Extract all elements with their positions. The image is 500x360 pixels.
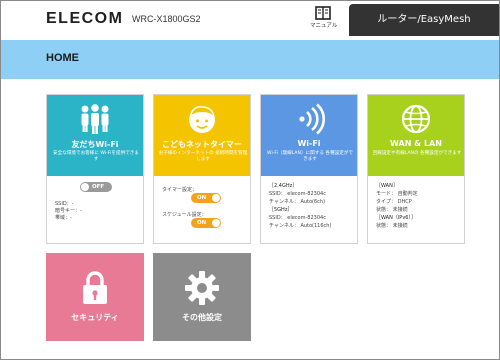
wan-header: ［WAN］ (376, 183, 398, 189)
toggle-knob (212, 194, 220, 202)
page-title: HOME (46, 52, 79, 64)
wifi-band-5-header: ［5GHz］ (269, 207, 293, 213)
wifi-24-channel: チャンネル： Auto(6ch) (269, 199, 326, 205)
wan-type: タイプ： DHCP (376, 199, 412, 205)
globe-icon (368, 103, 464, 135)
kids-net-timer-tile[interactable]: こどもネットタイマー お子様のインターネットの 接続時間を管理します (154, 95, 250, 176)
toggle-knob (81, 183, 89, 191)
friends-wifi-body: OFF SSID：- 暗号キー：- 帯域：- (47, 176, 143, 245)
friends-wifi-key: 暗号キー：- (55, 208, 82, 214)
card-wan-lan: WAN & LAN 回線設定や有線LANの 各種設定ができます ［WAN］ モー… (367, 94, 465, 244)
security-tile[interactable]: セキュリティ (46, 253, 144, 341)
card-wifi: Wi-Fi Wi-Fi（無線LAN）に関する 各種設定ができます ［2.4GHz… (260, 94, 358, 244)
wan-lan-title: WAN & LAN (390, 139, 442, 148)
other-settings-tile[interactable]: その他設定 (153, 253, 251, 341)
wan-ipv6-header: ［WAN（IPv6）］ (376, 215, 416, 221)
child-face-icon (154, 103, 250, 135)
friends-wifi-desc: 安全な環境でお客様に Wi-Fiを提供できます (53, 151, 139, 162)
wifi-tile[interactable]: Wi-Fi Wi-Fi（無線LAN）に関する 各種設定ができます (261, 95, 357, 176)
friends-wifi-ssid: SSID：- (55, 201, 74, 207)
wan-lan-body: ［WAN］ モード： 自動判定 タイプ： DHCP 状態： 未接続 ［WAN（I… (368, 176, 464, 245)
wan-lan-tile[interactable]: WAN & LAN 回線設定や有線LANの 各種設定ができます (368, 95, 464, 176)
header: ELECOM WRC-X1800GS2 マニュアル ルーター/EasyMesh (1, 1, 499, 40)
manual-label: マニュアル (310, 23, 338, 29)
book-icon (315, 6, 331, 20)
schedule-setting-toggle[interactable]: ON (191, 218, 221, 228)
wan-lan-desc: 回線設定や有線LANの 各種設定ができます (372, 151, 462, 156)
kids-net-timer-body: タイマー設定： ON スケジュール設定： ON (154, 176, 250, 245)
elecom-logo: ELECOM (46, 10, 124, 27)
wan-status: 状態： 未接続 (376, 207, 408, 213)
wifi-title: Wi-Fi (297, 139, 321, 148)
router-mode-button[interactable]: ルーター/EasyMesh (349, 4, 499, 36)
toggle-knob (212, 219, 220, 227)
friends-wifi-tile[interactable]: 友だちWi-Fi 安全な環境でお客様に Wi-Fiを提供できます (47, 95, 143, 176)
timer-setting-label: タイマー設定： (162, 187, 198, 193)
card-friends-wifi: 友だちWi-Fi 安全な環境でお客様に Wi-Fiを提供できます OFF SSI… (46, 94, 144, 244)
wan-ipv6-status: 状態： 未接続 (376, 223, 408, 229)
manual-button[interactable]: マニュアル (310, 6, 338, 36)
model-name: WRC-X1800GS2 (132, 14, 201, 24)
friends-wifi-toggle[interactable]: OFF (80, 182, 112, 192)
wifi-desc: Wi-Fi（無線LAN）に関する 各種設定ができます (267, 151, 353, 162)
wifi-band-24-header: ［2.4GHz］ (269, 183, 298, 189)
timer-setting-toggle[interactable]: ON (191, 193, 221, 203)
friends-wifi-title: 友だちWi-Fi (71, 140, 119, 149)
security-title: セキュリティ (71, 313, 119, 322)
toggle-on-label: ON (197, 220, 207, 226)
toggle-off-label: OFF (92, 184, 105, 190)
toggle-on-label: ON (197, 195, 207, 201)
wifi-body: ［2.4GHz］ SSID： elecom-82304c チャンネル： Auto… (261, 176, 357, 245)
card-kids-net-timer: こどもネットタイマー お子様のインターネットの 接続時間を管理します タイマー設… (153, 94, 251, 244)
gear-icon (153, 270, 251, 306)
wifi-24-ssid: SSID： elecom-82304c (269, 191, 326, 197)
wifi-5-ssid: SSID： elecom-82304c (269, 215, 326, 221)
kids-net-timer-title: こどもネットタイマー (162, 140, 242, 149)
wan-mode: モード： 自動判定 (376, 191, 418, 197)
schedule-setting-label: スケジュール設定： (162, 212, 207, 218)
lock-icon (46, 270, 144, 306)
wifi-icon (261, 103, 357, 135)
app-window: ELECOM WRC-X1800GS2 マニュアル ルーター/EasyMesh … (0, 0, 500, 360)
wifi-5-channel: チャンネル： Auto(116ch) (269, 223, 332, 229)
friends-wifi-band: 帯域：- (55, 215, 72, 221)
other-settings-title: その他設定 (182, 313, 222, 322)
people-icon (47, 103, 143, 135)
kids-net-timer-desc: お子様のインターネットの 接続時間を管理します (158, 151, 248, 162)
title-band: HOME (1, 40, 499, 79)
